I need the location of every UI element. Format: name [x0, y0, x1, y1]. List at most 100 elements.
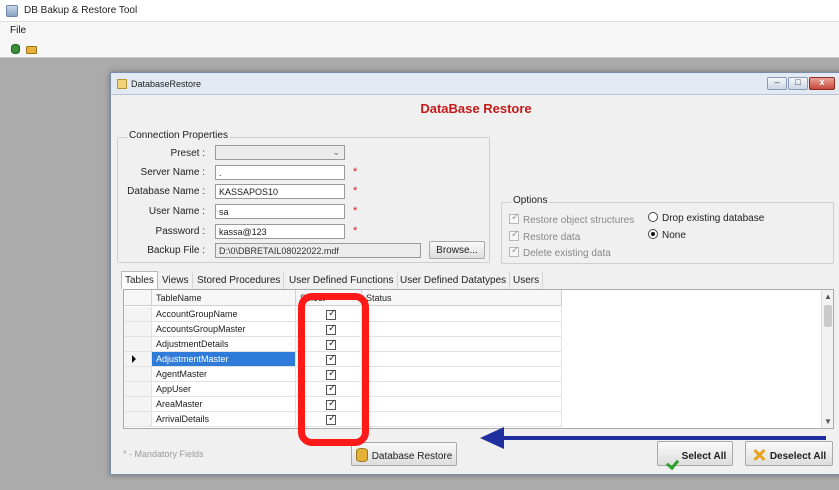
table-row[interactable]: AdjustmentMaster ✓ — [124, 352, 821, 367]
preset-label: Preset : — [170, 148, 205, 159]
table-name-cell[interactable]: ArrivalDetails — [152, 412, 296, 427]
toolbar — [0, 40, 839, 58]
minimize-icon: – — [774, 77, 780, 87]
menubar: File — [0, 22, 839, 40]
deselect-all-label: Deselect All — [769, 451, 827, 462]
user-name-required: * — [353, 205, 358, 217]
radio-unchecked-icon — [648, 212, 658, 222]
password-input[interactable]: kassa@123 — [215, 224, 345, 239]
delete-existing-data-checkbox[interactable]: ✓ Delete existing data — [509, 245, 611, 259]
app-titlebar: DB Bakup & Restore Tool — [0, 0, 839, 22]
close-icon: x — [819, 77, 825, 87]
annotation-highlight-rectangle — [298, 293, 369, 446]
database-name-input[interactable]: KASSAPOS10 — [215, 184, 345, 199]
toolbar-folder-button[interactable] — [24, 42, 38, 55]
column-header-tablename[interactable]: TableName — [152, 290, 296, 306]
status-cell — [362, 382, 562, 397]
row-header[interactable] — [124, 412, 152, 427]
table-name-cell[interactable]: AccountsGroupMaster — [152, 322, 296, 337]
row-header[interactable] — [124, 367, 152, 382]
status-cell — [362, 397, 562, 412]
tab-stored-procedures[interactable]: Stored Procedures — [194, 272, 285, 289]
server-name-input[interactable]: . — [215, 165, 345, 180]
restore-object-structures-checkbox[interactable]: ✓ Restore object structures — [509, 212, 635, 226]
database-restore-button[interactable]: Database Restore — [351, 442, 457, 466]
table-row[interactable]: AdjustmentDetails ✓ — [124, 337, 821, 352]
tab-user-defined-functions[interactable]: User Defined Functions — [286, 272, 398, 289]
none-label: None — [662, 230, 686, 241]
preset-select[interactable]: ⌄ — [215, 145, 345, 160]
database-restore-dialog: DatabaseRestore – □ x DataBase Restore C… — [110, 72, 839, 475]
user-name-label: User Name : — [148, 206, 205, 217]
table-name-cell[interactable]: AdjustmentDetails — [152, 337, 296, 352]
mandatory-fields-note: * - Mandatory Fields — [123, 449, 204, 459]
row-header[interactable] — [124, 397, 152, 412]
select-all-label: Select All — [681, 451, 727, 462]
checkbox-checked-icon: ✓ — [509, 212, 520, 224]
table-name-cell[interactable]: AgentMaster — [152, 367, 296, 382]
table-row[interactable]: AppUser ✓ — [124, 382, 821, 397]
dialog-titlebar: DatabaseRestore – □ x — [111, 73, 839, 95]
row-header[interactable] — [124, 352, 152, 367]
tables-grid[interactable]: TableName Select Status AccountGroupName… — [123, 289, 834, 429]
radio-checked-icon — [648, 229, 658, 239]
table-name-cell[interactable]: AppUser — [152, 382, 296, 397]
current-row-arrow-icon — [132, 355, 136, 363]
dialog-icon — [117, 79, 127, 89]
status-cell — [362, 337, 562, 352]
maximize-button[interactable]: □ — [788, 77, 808, 90]
restore-data-checkbox[interactable]: ✓ Restore data — [509, 229, 581, 243]
row-header[interactable] — [124, 337, 152, 352]
options-label: Options — [511, 195, 550, 206]
table-row[interactable]: AreaMaster ✓ — [124, 397, 821, 412]
database-name-label: Database Name : — [127, 186, 205, 197]
maximize-icon: □ — [795, 77, 801, 87]
server-name-label: Server Name : — [140, 167, 205, 178]
delete-existing-data-label: Delete existing data — [523, 248, 611, 259]
status-cell — [362, 322, 562, 337]
tab-views[interactable]: Views — [159, 272, 193, 289]
app-title: DB Bakup & Restore Tool — [24, 5, 138, 16]
table-name-cell[interactable]: AccountGroupName — [152, 307, 296, 322]
row-header[interactable] — [124, 382, 152, 397]
table-name-cell[interactable]: AreaMaster — [152, 397, 296, 412]
drop-existing-database-radio[interactable]: Drop existing database — [648, 212, 764, 224]
connection-properties-label: Connection Properties — [127, 130, 230, 141]
tab-user-defined-datatypes[interactable]: User Defined Datatypes — [397, 272, 511, 289]
password-required: * — [353, 225, 358, 237]
restore-data-label: Restore data — [523, 232, 581, 243]
page-title: DataBase Restore — [420, 101, 532, 116]
database-icon — [11, 44, 20, 54]
scroll-up-icon[interactable]: ▲ — [822, 292, 833, 301]
database-restore-label: Database Restore — [371, 451, 453, 462]
database-name-required: * — [353, 185, 358, 197]
row-header-column — [124, 290, 152, 306]
drop-existing-database-label: Drop existing database — [662, 213, 765, 224]
backup-file-label: Backup File : — [147, 245, 205, 256]
none-radio[interactable]: None — [648, 229, 686, 241]
tab-users[interactable]: Users — [510, 272, 544, 289]
table-row[interactable]: AccountsGroupMaster ✓ — [124, 322, 821, 337]
folder-icon — [26, 46, 37, 54]
status-cell — [362, 367, 562, 382]
user-name-input[interactable]: sa — [215, 204, 345, 219]
row-header[interactable] — [124, 322, 152, 337]
table-row[interactable]: AccountGroupName ✓ — [124, 307, 821, 322]
dialog-title: DatabaseRestore — [131, 79, 202, 89]
close-button[interactable]: x — [809, 77, 835, 90]
row-header[interactable] — [124, 307, 152, 322]
column-header-status[interactable]: Status — [362, 290, 562, 306]
browse-button[interactable]: Browse... — [429, 241, 485, 259]
toolbar-database-button[interactable] — [8, 42, 22, 55]
tab-tables[interactable]: Tables — [121, 271, 158, 289]
annotation-arrow-icon — [480, 427, 826, 449]
table-row[interactable]: AgentMaster ✓ — [124, 367, 821, 382]
backup-file-input[interactable]: D:\0\DBRETAIL08022022.mdf — [215, 243, 421, 258]
menu-file[interactable]: File — [10, 25, 26, 36]
table-name-cell[interactable]: AdjustmentMaster — [152, 352, 296, 367]
minimize-button[interactable]: – — [767, 77, 787, 90]
restore-object-structures-label: Restore object structures — [523, 215, 635, 226]
grid-vertical-scrollbar[interactable]: ▲ ▼ — [821, 290, 833, 428]
app-icon — [6, 5, 18, 17]
scroll-thumb[interactable] — [824, 305, 832, 327]
